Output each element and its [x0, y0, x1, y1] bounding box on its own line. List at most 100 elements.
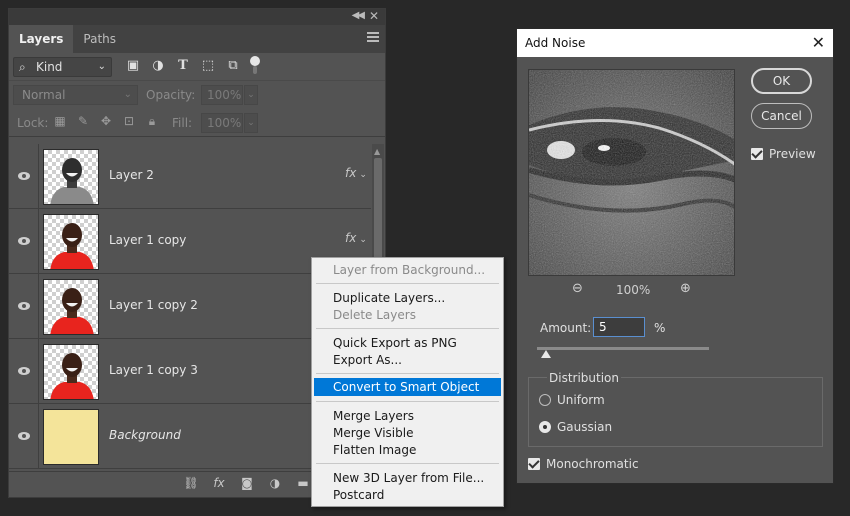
visibility-toggle[interactable]	[9, 144, 39, 208]
link-layers-icon[interactable]: ⛓	[183, 476, 199, 490]
image-filter-icon[interactable]: ▣	[125, 58, 141, 74]
layer-thumbnail	[43, 344, 99, 400]
close-panel-icon[interactable]: ✕	[369, 9, 379, 23]
eye-icon	[17, 432, 30, 440]
fill-label: Fill:	[172, 116, 193, 130]
opacity-label: Opacity:	[146, 88, 196, 102]
add-layer-style-icon[interactable]: fx	[211, 476, 227, 490]
layer-name[interactable]: Layer 1 copy	[109, 233, 186, 247]
layer-name[interactable]: Layer 2	[109, 168, 154, 182]
smart-object-filter-icon[interactable]: ⧉	[225, 58, 241, 74]
chevron-down-icon: ⌄	[97, 61, 106, 72]
amount-unit: %	[654, 321, 666, 335]
distribution-label: Distribution	[547, 371, 622, 385]
ok-button[interactable]: OK	[751, 68, 812, 94]
tab-paths[interactable]: Paths	[73, 25, 126, 53]
gaussian-radio[interactable]	[539, 421, 551, 433]
gaussian-label: Gaussian	[557, 420, 613, 434]
amount-slider[interactable]	[537, 347, 709, 350]
menu-item-new-3d-layer-from-file[interactable]: New 3D Layer from File...	[333, 470, 484, 486]
panel-title-bar: ◀◀ ✕	[9, 9, 385, 25]
amount-input[interactable]: 5	[593, 317, 645, 337]
layer-thumbnail	[43, 214, 99, 270]
monochromatic-checkbox[interactable]	[528, 458, 540, 470]
zoom-out-icon[interactable]: ⊖	[572, 281, 583, 296]
scroll-up-icon[interactable]: ▲	[374, 147, 380, 156]
fx-icon: fx	[345, 231, 357, 245]
menu-item-postcard[interactable]: Postcard	[333, 487, 384, 503]
layer-effects-indicator[interactable]: fx ⌄	[345, 166, 367, 180]
amount-label: Amount:	[540, 321, 592, 335]
dialog-title-bar: Add Noise ✕	[517, 29, 833, 57]
layer-name[interactable]: Background	[109, 428, 181, 442]
layer-filter-row: ⌕ Kind ⌄ ▣ ◑ T ⬚ ⧉	[9, 53, 385, 81]
chevron-down-icon[interactable]: ⌄	[244, 85, 258, 105]
layer-thumbnail	[43, 409, 99, 465]
eye-icon	[17, 237, 30, 245]
menu-item-quick-export-png[interactable]: Quick Export as PNG	[333, 335, 457, 351]
lock-artboard-icon[interactable]: ⊡	[122, 114, 136, 129]
lock-all-icon[interactable]: 🔒︎	[145, 114, 159, 129]
layer-name[interactable]: Layer 1 copy 2	[109, 298, 198, 312]
tab-layers[interactable]: Layers	[9, 25, 74, 53]
blend-row: Normal ⌄ Opacity: 100% ⌄	[9, 81, 385, 109]
shape-filter-icon[interactable]: ⬚	[200, 58, 216, 74]
visibility-toggle[interactable]	[9, 404, 39, 468]
fx-icon: fx	[345, 166, 357, 180]
panel-menu-icon[interactable]	[367, 32, 379, 44]
menu-separator	[316, 328, 499, 329]
lock-image-pixels-icon[interactable]: ✎	[76, 114, 90, 129]
menu-item-flatten-image[interactable]: Flatten Image	[333, 442, 416, 458]
new-group-icon[interactable]: ▬	[295, 476, 311, 490]
close-icon[interactable]: ✕	[812, 29, 825, 57]
layer-context-menu: Layer from Background... Duplicate Layer…	[311, 257, 504, 507]
preview-checkbox[interactable]	[751, 148, 763, 160]
layer-name[interactable]: Layer 1 copy 3	[109, 363, 198, 377]
eye-icon	[17, 172, 30, 180]
blend-mode-select[interactable]: Normal ⌄	[13, 85, 138, 105]
layer-effects-indicator[interactable]: fx ⌄	[345, 231, 367, 245]
layer-thumbnail	[43, 149, 99, 205]
cancel-button[interactable]: Cancel	[751, 103, 812, 129]
filter-toggle-switch[interactable]	[249, 56, 261, 76]
lock-position-icon[interactable]: ✥	[99, 114, 113, 129]
type-filter-icon[interactable]: T	[175, 58, 191, 74]
add-noise-dialog: Add Noise ✕ ⊖ 100% ⊕ OK Cancel Preview A…	[516, 28, 834, 484]
collapse-panel-icon[interactable]: ◀◀	[352, 10, 365, 21]
zoom-in-icon[interactable]: ⊕	[680, 281, 691, 296]
dialog-title: Add Noise	[525, 36, 586, 50]
filter-preview[interactable]	[528, 69, 735, 276]
layer-row[interactable]: Layer 2 fx ⌄	[9, 144, 371, 209]
visibility-toggle[interactable]	[9, 339, 39, 403]
menu-separator	[316, 401, 499, 402]
menu-item-export-as[interactable]: Export As...	[333, 352, 402, 368]
menu-separator	[316, 283, 499, 284]
menu-item-duplicate-layers[interactable]: Duplicate Layers...	[333, 290, 445, 306]
panel-tabs: Layers Paths	[9, 25, 385, 53]
menu-separator	[316, 463, 499, 464]
search-icon: ⌕	[19, 60, 26, 74]
monochromatic-label: Monochromatic	[546, 457, 639, 471]
opacity-field[interactable]: 100% ⌄	[201, 85, 258, 105]
amount-slider-thumb[interactable]	[540, 350, 551, 358]
distribution-group	[528, 377, 823, 447]
menu-item-convert-to-smart-object[interactable]: Convert to Smart Object	[333, 379, 479, 395]
fill-field[interactable]: 100% ⌄	[201, 113, 258, 133]
menu-item-merge-visible[interactable]: Merge Visible	[333, 425, 413, 441]
menu-separator	[316, 373, 499, 374]
chevron-down-icon[interactable]: ⌄	[244, 113, 258, 133]
menu-item-merge-layers[interactable]: Merge Layers	[333, 408, 414, 424]
adjustment-filter-icon[interactable]: ◑	[150, 58, 166, 74]
visibility-toggle[interactable]	[9, 209, 39, 273]
kind-filter-label: Kind	[36, 60, 63, 74]
visibility-toggle[interactable]	[9, 274, 39, 338]
opacity-value: 100%	[207, 88, 242, 102]
kind-filter-select[interactable]: ⌕ Kind ⌄	[13, 57, 112, 77]
layer-thumbnail	[43, 279, 99, 335]
uniform-radio[interactable]	[539, 394, 551, 406]
new-adjustment-layer-icon[interactable]: ◑	[267, 476, 283, 490]
add-mask-icon[interactable]: ◙	[239, 476, 255, 490]
lock-transparent-pixels-icon[interactable]: ▦	[53, 114, 67, 129]
blend-mode-value: Normal	[22, 88, 66, 102]
preview-label: Preview	[769, 147, 816, 161]
